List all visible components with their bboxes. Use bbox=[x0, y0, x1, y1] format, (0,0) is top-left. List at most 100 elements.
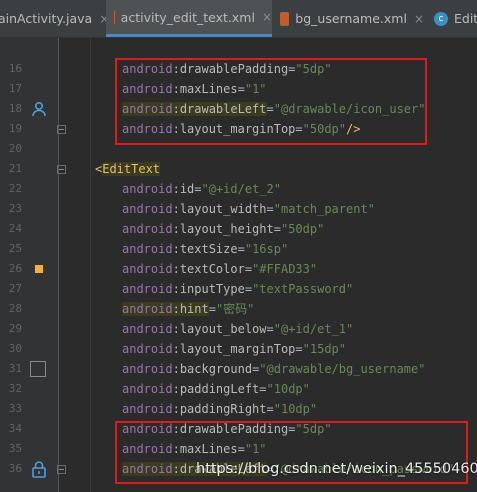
attribute-value: "10dp" bbox=[266, 382, 310, 396]
namespace: android bbox=[122, 382, 173, 396]
attribute-name: inputType bbox=[179, 282, 245, 296]
code-line: 24 android:layout_height="50dp" bbox=[0, 219, 477, 239]
attribute-value: "@+id/et_2" bbox=[201, 182, 281, 196]
tab-0[interactable]: ainActivity.java × bbox=[0, 0, 109, 37]
namespace: android bbox=[122, 322, 173, 336]
code-line: 27 android:inputType="textPassword" bbox=[0, 279, 477, 299]
tab-1[interactable]: activity_edit_text.xml × bbox=[106, 0, 272, 37]
color-swatch-icon[interactable] bbox=[35, 265, 43, 273]
code-line: 25 android:textSize="16sp" bbox=[0, 239, 477, 259]
attribute-name: paddingLeft bbox=[179, 382, 260, 396]
equals-sign: = bbox=[266, 402, 274, 416]
namespace: android bbox=[122, 222, 173, 236]
code-line: 23 android:layout_width="match_parent" bbox=[0, 199, 477, 219]
code-line: 28 android:hint="密码" bbox=[0, 299, 477, 319]
colon: : bbox=[172, 322, 180, 336]
namespace: android bbox=[122, 342, 173, 356]
drawable-preview-icon[interactable] bbox=[30, 361, 46, 377]
attribute-value: "textPassword" bbox=[252, 282, 354, 296]
colon: : bbox=[172, 242, 180, 256]
equals-sign: = bbox=[208, 302, 216, 316]
lock-icon[interactable] bbox=[31, 460, 47, 478]
equals-sign: = bbox=[194, 182, 202, 196]
attribute-name: id bbox=[179, 182, 195, 196]
equals-sign: = bbox=[266, 202, 274, 216]
attribute-name: layout_height bbox=[179, 222, 274, 236]
attribute-line: android:inputType="textPassword" bbox=[122, 279, 353, 299]
colon: : bbox=[172, 382, 180, 396]
close-icon[interactable]: × bbox=[262, 10, 272, 24]
attribute-name: textSize bbox=[179, 242, 238, 256]
attribute-line: android:layout_height="50dp" bbox=[122, 219, 324, 239]
line-number: 18 bbox=[8, 102, 22, 115]
fold-toggle-icon[interactable] bbox=[57, 165, 66, 174]
xml-file-icon bbox=[114, 10, 115, 24]
attribute-line: android:layout_below="@+id/et_1" bbox=[122, 319, 353, 339]
colon: : bbox=[172, 202, 180, 216]
line-number: 32 bbox=[8, 382, 22, 395]
attribute-value: "密码" bbox=[215, 302, 255, 316]
user-icon[interactable] bbox=[31, 101, 47, 117]
attribute-name: textColor bbox=[179, 262, 245, 276]
attribute-line: android:layout_width="match_parent" bbox=[122, 199, 375, 219]
code-line: 32 android:paddingLeft="10dp" bbox=[0, 379, 477, 399]
fold-toggle-icon[interactable] bbox=[57, 465, 66, 474]
code-line: 26 android:textColor="#FFAD33" bbox=[0, 259, 477, 279]
line-number: 30 bbox=[8, 342, 22, 355]
tab-3[interactable]: c EditT bbox=[426, 0, 477, 37]
line-number: 36 bbox=[8, 462, 22, 475]
colon: : bbox=[172, 262, 180, 276]
tab-label: ainActivity.java bbox=[0, 11, 93, 26]
namespace: android bbox=[122, 182, 173, 196]
attribute-value: "16sp" bbox=[244, 242, 289, 256]
tag-open: <EditText bbox=[95, 159, 161, 179]
tag-name: EditText bbox=[102, 162, 161, 176]
attribute-name: layout_width bbox=[179, 202, 267, 216]
colon: : bbox=[172, 302, 180, 316]
code-line: 22 android:id="@+id/et_2" bbox=[0, 179, 477, 199]
line-number: 26 bbox=[8, 262, 22, 275]
attribute-line: android:paddingRight="10dp" bbox=[122, 399, 317, 419]
attribute-value: "50dp" bbox=[280, 222, 325, 236]
line-number: 29 bbox=[8, 322, 22, 335]
line-number: 24 bbox=[8, 222, 22, 235]
colon: : bbox=[172, 282, 180, 296]
attribute-value: "match_parent" bbox=[273, 202, 375, 216]
attribute-line: android:id="@+id/et_2" bbox=[122, 179, 281, 199]
attribute-line: android:layout_marginTop="15dp" bbox=[122, 339, 346, 359]
namespace: android bbox=[122, 402, 173, 416]
fold-toggle-icon[interactable] bbox=[57, 125, 66, 134]
line-number: 33 bbox=[8, 402, 22, 415]
line-number: 19 bbox=[8, 122, 22, 135]
attribute-line: android:hint="密码" bbox=[122, 299, 254, 319]
tab-label: activity_edit_text.xml bbox=[120, 9, 255, 25]
equals-sign: = bbox=[237, 242, 245, 256]
namespace: android bbox=[122, 282, 173, 296]
editor-tab-bar: ainActivity.java × activity_edit_text.xml ×… bbox=[0, 0, 477, 38]
namespace: android bbox=[122, 262, 173, 276]
equals-sign: = bbox=[266, 322, 274, 336]
colon: : bbox=[172, 342, 180, 356]
attribute-value: "15dp" bbox=[302, 342, 346, 356]
equals-sign: = bbox=[273, 222, 281, 236]
code-line: 31 android:background="@drawable/bg_usern… bbox=[0, 359, 477, 379]
attribute-line: android:background="@drawable/bg_usernam… bbox=[122, 359, 425, 379]
close-icon[interactable]: × bbox=[414, 12, 424, 26]
attribute-value: "#FFAD33" bbox=[252, 262, 318, 276]
colon: : bbox=[172, 362, 180, 376]
attribute-name: background bbox=[179, 362, 253, 376]
attribute-line: android:paddingLeft="10dp" bbox=[122, 379, 310, 399]
line-number: 34 bbox=[8, 422, 22, 435]
attribute-value: "@drawable/bg_username" bbox=[259, 362, 426, 376]
namespace: android bbox=[122, 242, 173, 256]
colon: : bbox=[172, 222, 180, 236]
highlight-box-top bbox=[115, 58, 427, 145]
equals-sign: = bbox=[244, 282, 253, 296]
watermark-text: https://blog.csdn.net/weixin_45550460 bbox=[196, 461, 477, 477]
tab-2[interactable]: bg_username.xml × bbox=[272, 0, 424, 37]
namespace: android bbox=[122, 302, 173, 316]
line-number: 28 bbox=[8, 302, 22, 315]
line-number: 35 bbox=[8, 442, 22, 455]
line-number: 23 bbox=[8, 202, 22, 215]
attribute-line: android:textSize="16sp" bbox=[122, 239, 288, 259]
